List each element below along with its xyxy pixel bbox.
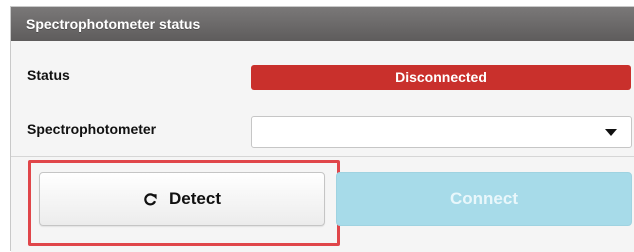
caret-down-icon [605,129,617,136]
panel-header: Spectrophotometer status [11,7,634,41]
detect-button[interactable]: Detect [39,172,325,226]
status-badge: Disconnected [251,65,631,90]
connect-button-label: Connect [450,189,518,208]
divider [11,156,634,157]
spectrophotometer-label: Spectrophotometer [27,121,157,137]
spectrophotometer-select[interactable] [251,116,632,148]
detect-button-label: Detect [169,189,221,208]
refresh-icon [143,192,157,206]
status-label: Status [27,67,70,83]
panel-title: Spectrophotometer status [26,16,201,32]
connect-button[interactable]: Connect [336,172,632,226]
spectrophotometer-status-panel: Spectrophotometer status Status Disconne… [10,6,634,252]
panel-body: Status Disconnected Spectrophotometer De… [11,41,634,252]
